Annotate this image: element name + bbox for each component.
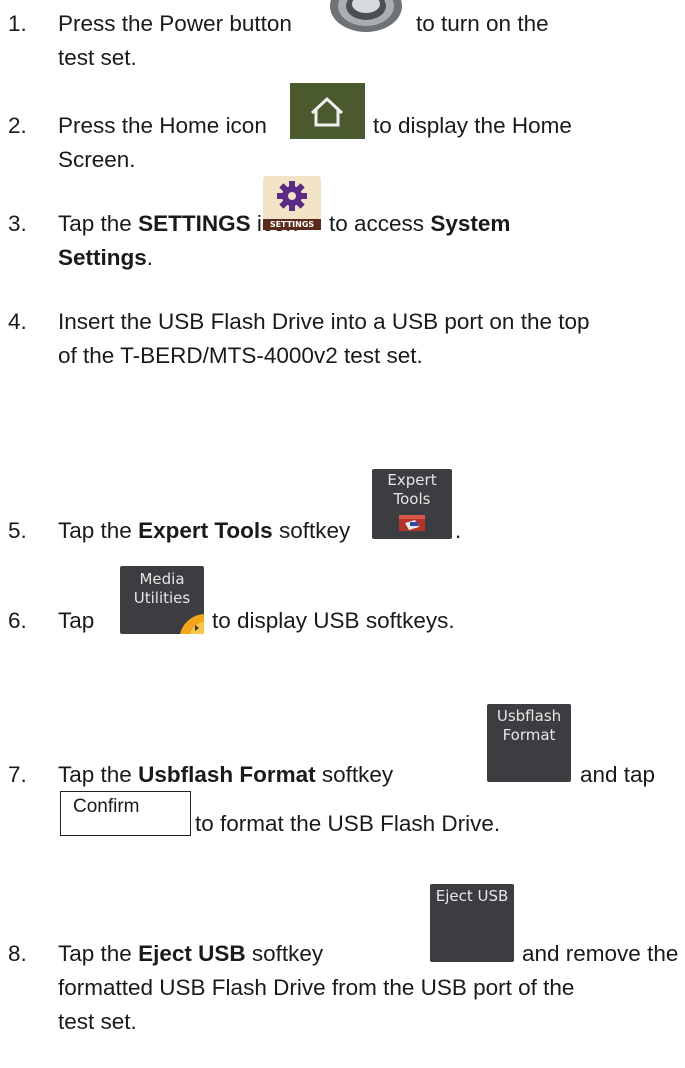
toolbox-icon [399, 515, 425, 531]
step-number: 7. [8, 762, 27, 787]
step-number: 5. [8, 518, 27, 543]
step-text: Press the Power button [58, 11, 292, 36]
settings-icon: SETTINGS [263, 176, 321, 230]
step-number: 8. [8, 941, 27, 966]
home-icon [290, 83, 365, 139]
expert-tools-softkey: Expert Tools [372, 469, 452, 539]
confirm-button: Confirm [60, 791, 191, 836]
eject-usb-softkey: Eject USB [430, 884, 514, 962]
step-number: 3. [8, 211, 27, 236]
settings-label: SETTINGS [263, 219, 321, 230]
usbflash-format-softkey: Usbflash Format [487, 704, 571, 782]
media-utilities-softkey: Media Utilities [120, 566, 204, 634]
disc-icon [180, 614, 204, 634]
step-number: 2. [8, 113, 27, 138]
step-number: 4. [8, 309, 27, 334]
step-number: 6. [8, 608, 27, 633]
power-button-icon [326, 0, 406, 32]
step-number: 1. [8, 11, 27, 36]
